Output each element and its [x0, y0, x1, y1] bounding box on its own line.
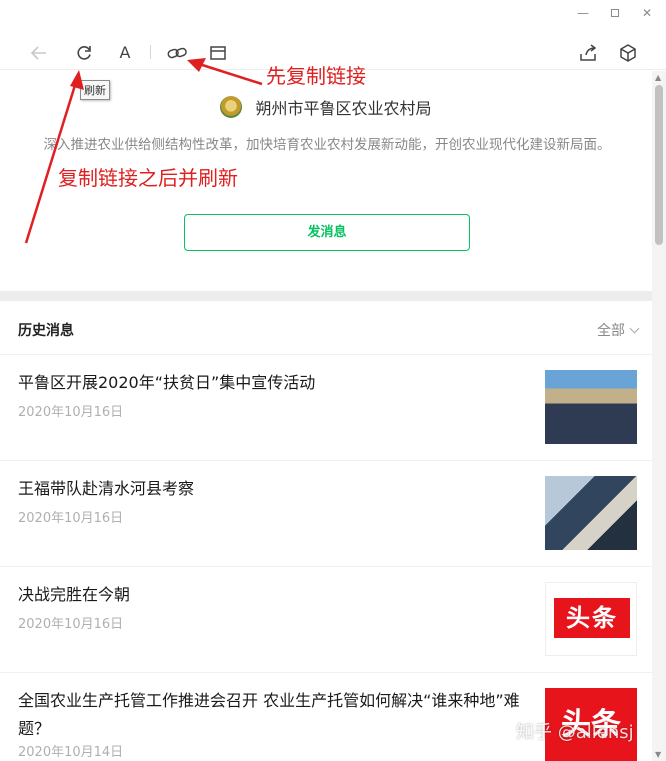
- history-header: 历史消息 全部: [0, 301, 652, 355]
- share-icon[interactable]: [577, 42, 599, 64]
- account-logo-icon: [220, 96, 243, 118]
- thumbnail-text: 头条: [554, 598, 630, 638]
- article-item[interactable]: 全国农业生产托管工作推进会召开 农业生产托管如何解决“谁来种地”难题？ 2020…: [0, 673, 652, 761]
- article-date: 2020年10月16日: [18, 511, 124, 526]
- article-date: 2020年10月16日: [18, 405, 124, 420]
- annotation-refresh: 复制链接之后并刷新: [58, 166, 238, 190]
- history-title: 历史消息: [18, 323, 74, 339]
- minimize-icon[interactable]: —: [574, 6, 592, 20]
- scroll-thumb[interactable]: [655, 85, 663, 245]
- open-window-icon[interactable]: [207, 42, 229, 64]
- account-description: 深入推进农业供给侧结构性改革，加快培育农业农村发展新动能，开创农业现代化建设新局…: [43, 137, 611, 153]
- article-title: 全国农业生产托管工作推进会召开 农业生产托管如何解决“谁来种地”难题？: [18, 691, 520, 738]
- section-divider: [0, 291, 652, 301]
- scroll-up-icon[interactable]: ▲: [655, 73, 661, 82]
- send-message-button[interactable]: 发消息: [184, 214, 470, 251]
- account-name: 朔州市平鲁区农业农村局: [255, 99, 432, 118]
- article-title: 决战完胜在今朝: [18, 585, 131, 604]
- toolbar-separator: [150, 45, 151, 59]
- window-titlebar: — ✕: [0, 0, 666, 28]
- article-date: 2020年10月16日: [18, 617, 124, 632]
- history-filter-dropdown[interactable]: 全部: [597, 320, 640, 340]
- refresh-tooltip: 刷新: [80, 80, 110, 100]
- article-thumbnail: 头条: [545, 582, 637, 656]
- article-thumbnail: [545, 370, 637, 444]
- article-item[interactable]: 王福带队赴清水河县考察 2020年10月16日: [0, 461, 652, 567]
- cube-icon[interactable]: [617, 42, 639, 64]
- article-date: 2020年10月14日: [18, 745, 124, 760]
- chevron-down-icon: [629, 323, 640, 334]
- article-title: 王福带队赴清水河县考察: [18, 479, 195, 498]
- maximize-icon[interactable]: [606, 6, 624, 20]
- close-icon[interactable]: ✕: [638, 6, 656, 20]
- annotation-copy-link: 先复制链接: [266, 64, 366, 88]
- filter-label: 全部: [597, 323, 625, 339]
- refresh-icon[interactable]: [73, 42, 95, 64]
- watermark: 知乎 @allensj: [516, 722, 634, 743]
- vertical-scrollbar[interactable]: ▲ ▼: [652, 71, 666, 761]
- article-title: 平鲁区开展2020年“扶贫日”集中宣传活动: [18, 373, 316, 392]
- article-item[interactable]: 平鲁区开展2020年“扶贫日”集中宣传活动 2020年10月16日: [0, 355, 652, 461]
- copy-link-icon[interactable]: [166, 42, 188, 64]
- font-size-icon[interactable]: A: [114, 42, 136, 64]
- back-arrow-icon[interactable]: [28, 42, 50, 64]
- article-item[interactable]: 决战完胜在今朝 2020年10月16日 头条: [0, 567, 652, 673]
- article-thumbnail: [545, 476, 637, 550]
- scroll-down-icon[interactable]: ▼: [655, 750, 661, 759]
